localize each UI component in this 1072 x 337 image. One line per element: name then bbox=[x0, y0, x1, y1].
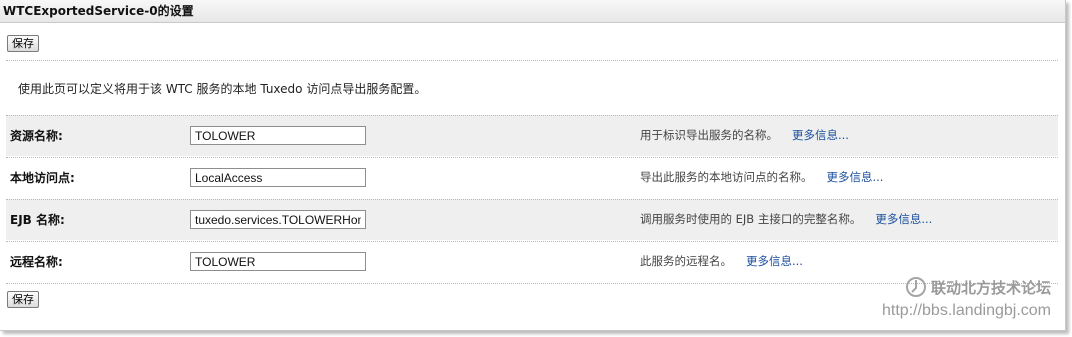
help-text: 调用服务时使用的 EJB 主接口的完整名称。 bbox=[640, 212, 862, 226]
field-label: 远程名称: bbox=[10, 255, 63, 269]
more-info-link[interactable]: 更多信息... bbox=[875, 212, 932, 226]
help-text: 此服务的远程名。 bbox=[640, 254, 732, 268]
remote-name-input[interactable] bbox=[190, 252, 366, 271]
field-label: EJB 名称: bbox=[10, 213, 65, 227]
local-access-point-input[interactable] bbox=[190, 168, 366, 187]
field-label: 本地访问点: bbox=[10, 171, 75, 185]
forum-logo-icon bbox=[905, 277, 926, 297]
field-row-ejb-name: EJB 名称: 调用服务时使用的 EJB 主接口的完整名称。更多信息... bbox=[6, 199, 1058, 240]
save-button-top[interactable]: 保存 bbox=[7, 35, 39, 52]
more-info-link[interactable]: 更多信息... bbox=[792, 128, 849, 142]
field-row-resource-name: 资源名称: 用于标识导出服务的名称。更多信息... bbox=[6, 115, 1058, 156]
save-button-bottom[interactable]: 保存 bbox=[7, 291, 39, 308]
settings-panel: WTCExportedService-0的设置 保存 使用此页可以定义将用于该 … bbox=[0, 0, 1066, 331]
more-info-link[interactable]: 更多信息... bbox=[827, 170, 884, 184]
field-help: 调用服务时使用的 EJB 主接口的完整名称。 更多信息... bbox=[640, 211, 932, 227]
watermark-name: 联动北方技术论坛 bbox=[930, 279, 1051, 297]
help-text: 用于标识导出服务的名称。 bbox=[640, 128, 778, 142]
resource-name-input[interactable] bbox=[190, 126, 366, 145]
more-info-link[interactable]: 更多信息... bbox=[746, 254, 803, 268]
page-title: WTCExportedService-0的设置 bbox=[0, 0, 1065, 23]
divider bbox=[6, 60, 1058, 61]
field-help: 导出此服务的本地访问点的名称。 更多信息... bbox=[640, 169, 883, 185]
field-label: 资源名称: bbox=[10, 129, 63, 143]
field-help: 此服务的远程名。 更多信息... bbox=[640, 253, 803, 269]
field-help: 用于标识导出服务的名称。 更多信息... bbox=[640, 127, 849, 143]
intro-text: 使用此页可以定义将用于该 WTC 服务的本地 Tuxedo 访问点导出服务配置。 bbox=[18, 82, 427, 96]
watermark: 联动北方技术论坛 http://bbs.landingbj.com bbox=[882, 276, 1051, 320]
ejb-name-input[interactable] bbox=[190, 210, 366, 229]
help-text: 导出此服务的本地访问点的名称。 bbox=[640, 170, 813, 184]
field-row-local-access-point: 本地访问点: 导出此服务的本地访问点的名称。更多信息... bbox=[6, 157, 1058, 198]
watermark-url: http://bbs.landingbj.com bbox=[882, 302, 1051, 319]
